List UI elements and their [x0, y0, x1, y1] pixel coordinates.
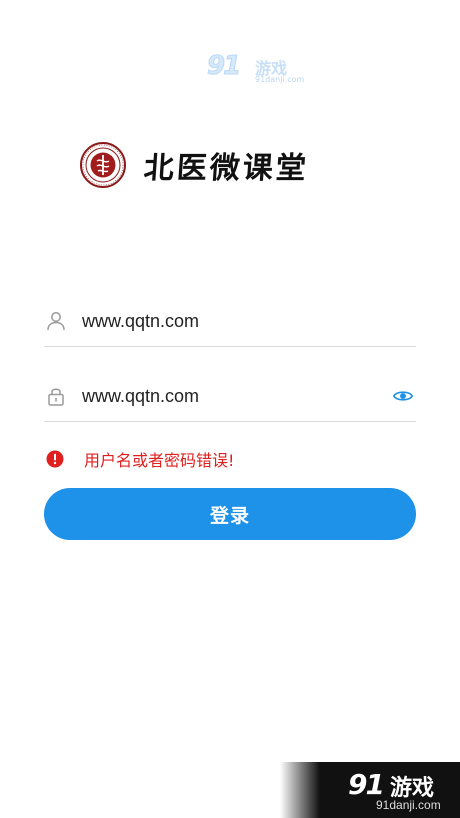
- username-input[interactable]: [82, 306, 416, 336]
- watermark-url: 91danji.com: [255, 75, 305, 84]
- university-seal-icon: [80, 142, 126, 188]
- user-icon: [47, 312, 65, 331]
- lock-icon: [48, 388, 64, 406]
- watermark-bottom: 91 游戏 91danji.com: [280, 762, 460, 818]
- watermark-bottom-number: 91: [348, 768, 385, 801]
- app-title: 北医微课堂: [142, 151, 310, 186]
- username-field: [44, 296, 416, 347]
- app-brand: 北医微课堂: [80, 140, 310, 190]
- error-icon: [46, 450, 64, 468]
- watermark-number: 91: [206, 51, 241, 82]
- watermark-logo: 91 游戏 91danji.com: [205, 51, 305, 87]
- error-message: 用户名或者密码错误!: [46, 448, 234, 470]
- password-field: [44, 371, 416, 422]
- password-input[interactable]: [82, 381, 392, 411]
- error-text: 用户名或者密码错误!: [84, 451, 235, 470]
- login-button[interactable]: 登录: [44, 488, 416, 540]
- eye-icon[interactable]: [392, 385, 414, 407]
- watermark-bottom-url: 91danji.com: [376, 798, 441, 812]
- watermark-top: 91 游戏 91danji.com: [200, 50, 310, 88]
